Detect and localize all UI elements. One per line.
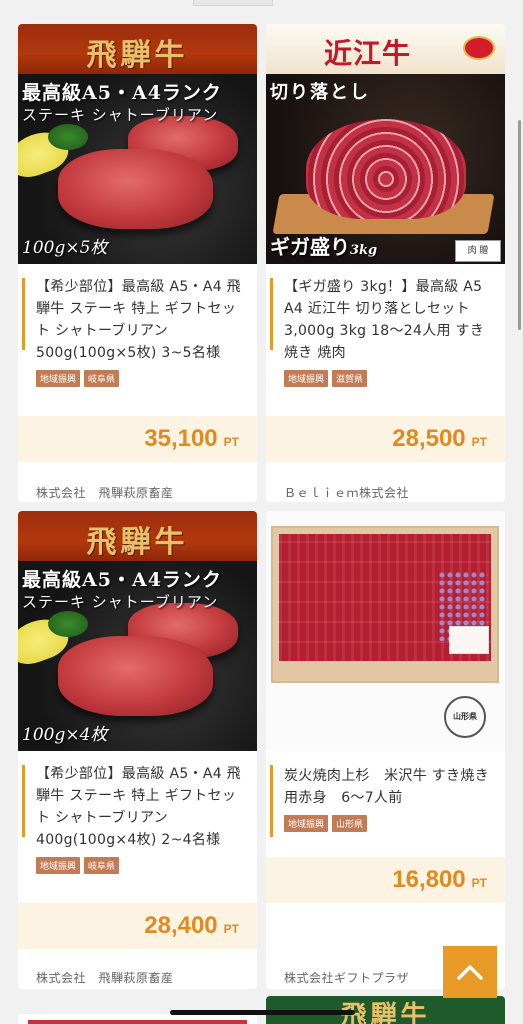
price-unit: PT — [223, 922, 239, 936]
price-unit: PT — [223, 435, 239, 449]
product-image[interactable]: 飛騨牛 最高級A5・A4ランク ステーキ シャトーブリアン 100g×5枚 — [18, 24, 257, 264]
product-image[interactable]: 近江牛 切り落とし ギガ盛り3kg 肉 贈 — [266, 24, 505, 264]
product-card-peek[interactable] — [18, 1014, 257, 1024]
image-subcaption: ステーキ シャトーブリアン — [22, 593, 219, 611]
image-count: 100g×4枚 — [22, 725, 108, 745]
price-box: 28,400 PT — [18, 903, 257, 949]
gift-sticker: 肉 贈 — [455, 240, 501, 262]
prefecture-stamp: 山形県 — [444, 696, 486, 738]
product-image[interactable]: 山形県 — [266, 511, 505, 751]
tag-region: 地域振興 — [284, 815, 329, 832]
top-tab[interactable] — [193, 0, 273, 6]
tag-prefecture: 滋賀県 — [332, 370, 368, 387]
seller-name: Ｂｅｌｉｅｍ株式会社 — [284, 486, 410, 500]
product-title[interactable]: 炭火焼肉上杉 米沢牛 すき焼き用赤身 6～7人前 — [284, 765, 493, 809]
price: 28,500 — [392, 425, 466, 452]
chevron-up-icon — [457, 965, 483, 980]
price-box: 35,100 PT — [18, 416, 257, 462]
image-caption: 切り落とし — [270, 82, 370, 103]
product-title[interactable]: 【希少部位】最高級 A5・A4 飛騨牛 ステーキ 特上 ギフトセット シャトーブ… — [36, 276, 245, 364]
brand-logo: 飛騨牛 — [86, 38, 189, 73]
product-image[interactable]: 飛騨牛 最高級A5・A4ランク ステーキ シャトーブリアン 100g×4枚 — [18, 511, 257, 751]
image-caption: 最高級A5・A4ランク — [22, 569, 222, 591]
seller-name: 株式会社 飛騨萩原畜産 — [36, 486, 174, 500]
price: 35,100 — [144, 425, 218, 452]
tag-prefecture: 岐阜県 — [84, 370, 120, 387]
image-caption: 最高級A5・A4ランク — [22, 82, 222, 104]
price-box: 28,500 PT — [266, 416, 505, 462]
product-card[interactable]: 飛騨牛 最高級A5・A4ランク ステーキ シャトーブリアン 100g×5枚 【希… — [18, 24, 257, 502]
price-unit: PT — [471, 435, 487, 449]
seller-name: 株式会社 飛騨萩原畜産 — [36, 971, 174, 985]
price: 28,400 — [144, 912, 218, 939]
price: 16,800 — [392, 866, 466, 893]
tag-region: 地域振興 — [36, 370, 81, 387]
product-card[interactable]: 近江牛 切り落とし ギガ盛り3kg 肉 贈 【ギガ盛り 3kg！】最高級 A5 … — [266, 24, 505, 502]
tag-prefecture: 岐阜県 — [84, 857, 120, 874]
product-card[interactable]: 山形県 炭火焼肉上杉 米沢牛 すき焼き用赤身 6～7人前 地域振興 山形県 16… — [266, 511, 505, 989]
brand-logo: 近江牛 — [324, 37, 412, 70]
tag-prefecture: 山形県 — [332, 815, 368, 832]
seller-name: 株式会社ギフトプラザ — [284, 971, 410, 985]
tag-region: 地域振興 — [284, 370, 329, 387]
price-unit: PT — [471, 876, 487, 890]
brand-badge-icon — [463, 36, 495, 60]
product-card[interactable]: 飛騨牛 最高級A5・A4ランク ステーキ シャトーブリアン 100g×4枚 【希… — [18, 511, 257, 989]
home-indicator — [170, 1010, 355, 1015]
tag-region: 地域振興 — [36, 857, 81, 874]
product-title[interactable]: 【希少部位】最高級 A5・A4 飛騨牛 ステーキ 特上 ギフトセット シャトーブ… — [36, 763, 245, 851]
scroll-indicator[interactable] — [518, 120, 521, 330]
product-title[interactable]: 【ギガ盛り 3kg！】最高級 A5 A4 近江牛 切り落としセット 3,000g… — [284, 276, 493, 364]
brand-logo: 飛騨牛 — [86, 525, 189, 560]
image-subcaption: ステーキ シャトーブリアン — [22, 106, 219, 124]
image-giga-label: ギガ盛り3kg — [270, 235, 378, 259]
image-count: 100g×5枚 — [22, 238, 108, 258]
price-box: 16,800 PT — [266, 857, 505, 903]
back-to-top-button[interactable] — [443, 946, 497, 998]
